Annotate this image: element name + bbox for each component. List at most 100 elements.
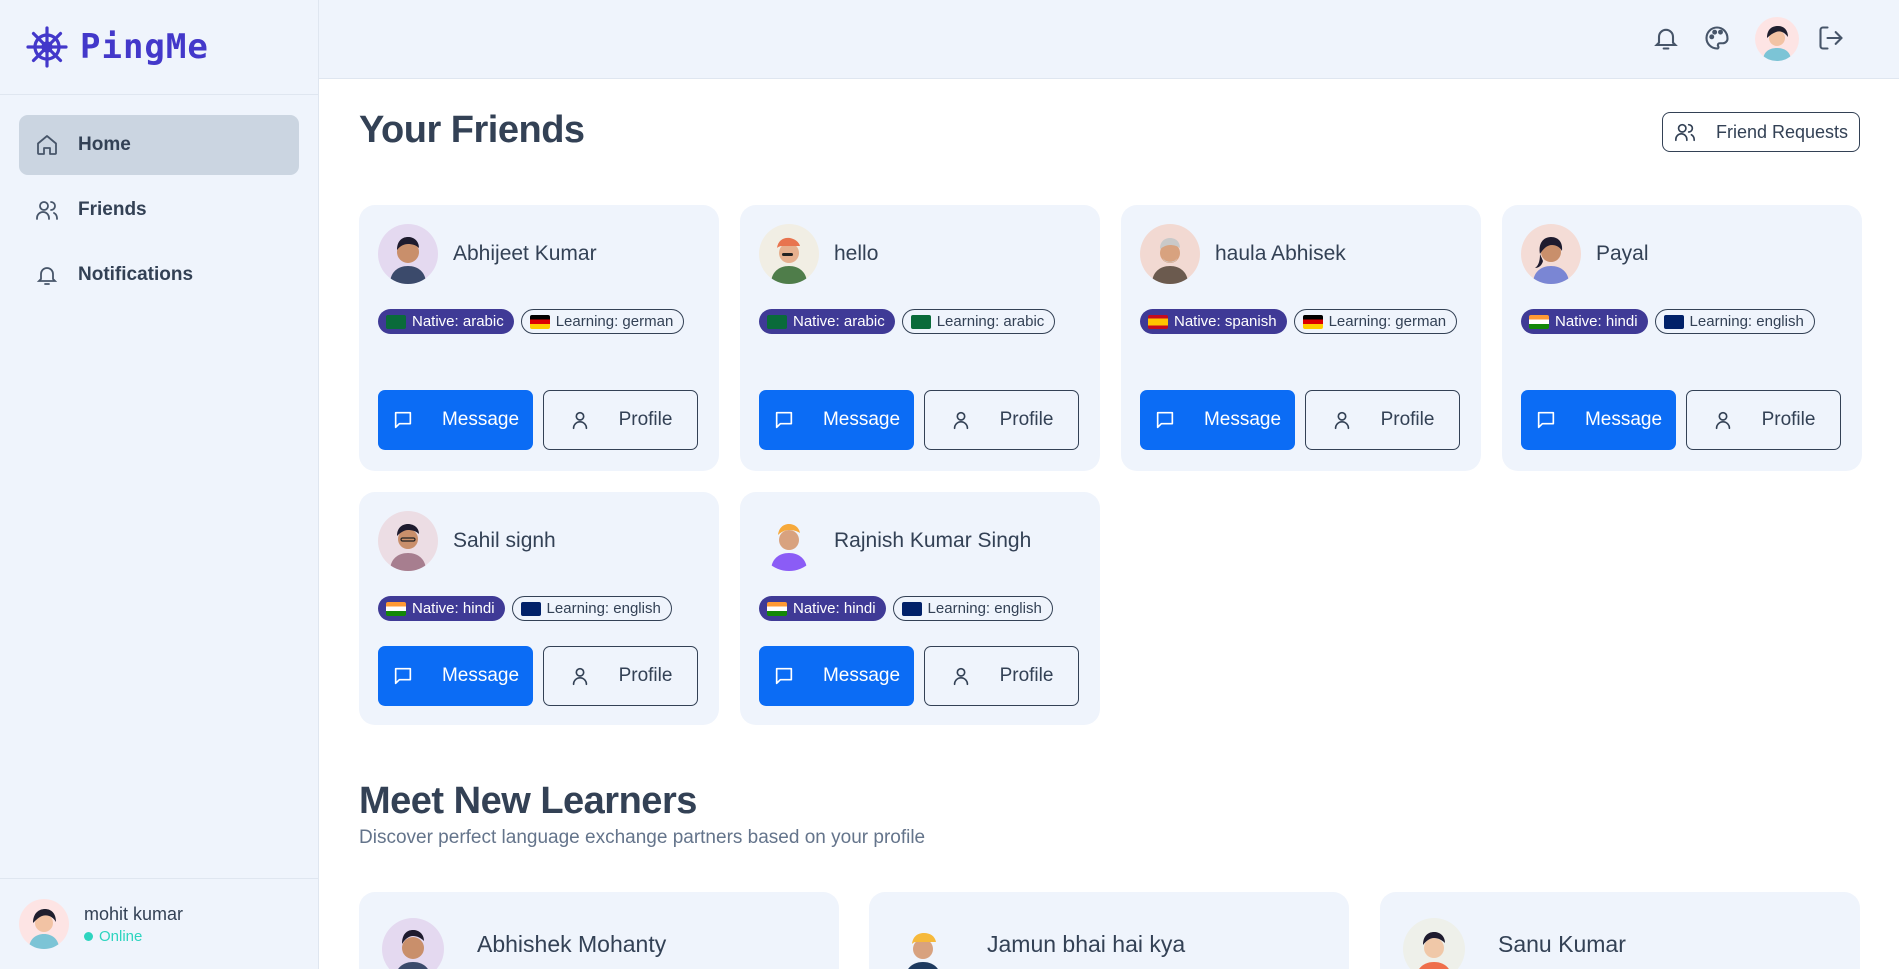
avatar	[892, 918, 954, 969]
message-label: Message	[1203, 409, 1282, 430]
avatar	[378, 511, 438, 571]
learning-language-badge: Learning: english	[511, 596, 672, 621]
profile-label: Profile	[618, 409, 673, 430]
sidebar: PingMe Home Friends Notifications mohit …	[0, 0, 319, 969]
learner-name: Sanu Kumar	[1498, 931, 1626, 957]
profile-button[interactable]: Profile	[543, 390, 698, 450]
users-icon	[36, 201, 58, 220]
native-language-text: Native: arabic	[412, 313, 504, 330]
native-language-text: Native: hindi	[412, 600, 495, 617]
message-button[interactable]: Message	[378, 390, 533, 450]
german-flag-icon	[529, 314, 550, 329]
learning-language-text: Learning: english	[1689, 313, 1804, 330]
sidebar-nav: Home Friends Notifications	[0, 95, 318, 330]
sidebar-item-label: Home	[78, 134, 131, 155]
learning-language-text: Learning: german	[1328, 313, 1447, 330]
friend-requests-label: Friend Requests	[1715, 121, 1849, 142]
section-subtitle: Discover perfect language exchange partn…	[359, 827, 926, 848]
uk-flag-icon	[520, 601, 541, 616]
india-flag-icon	[1529, 314, 1549, 329]
friend-card: Rajnish Kumar Singh Native: hindi Learni…	[740, 492, 1100, 725]
sidebar-item-label: Notifications	[78, 264, 194, 285]
message-button[interactable]: Message	[1521, 390, 1676, 450]
friend-name: Rajnish Kumar Singh	[834, 529, 1032, 552]
profile-label: Profile	[999, 665, 1054, 686]
user-icon	[953, 667, 968, 686]
message-button[interactable]: Message	[378, 646, 533, 706]
friend-card: Abhijeet Kumar Native: arabic Learning: …	[359, 205, 719, 471]
bell-icon[interactable]	[1650, 22, 1682, 54]
learner-name: Abhishek Mohanty	[477, 931, 667, 957]
sidebar-item-home[interactable]: Home	[19, 115, 299, 175]
native-language-badge: Native: arabic	[378, 309, 514, 334]
profile-button[interactable]: Profile	[924, 646, 1079, 706]
palette-icon[interactable]	[1701, 22, 1733, 54]
avatar	[759, 511, 819, 571]
message-button[interactable]: Message	[1140, 390, 1295, 450]
brand[interactable]: PingMe	[0, 0, 318, 95]
sidebar-item-friends[interactable]: Friends	[19, 180, 299, 240]
chat-icon	[394, 667, 412, 685]
chat-icon	[775, 411, 793, 429]
sidebar-item-notifications[interactable]: Notifications	[19, 245, 299, 305]
native-language-badge: Native: hindi	[1521, 309, 1648, 334]
friend-name: Sahil signh	[453, 529, 556, 552]
avatar	[378, 224, 438, 284]
native-language-badge: Native: spanish	[1140, 309, 1287, 334]
friend-card: hello Native: arabic Learning: arabic Me…	[740, 205, 1100, 471]
native-language-badge: Native: hindi	[378, 596, 505, 621]
learning-language-badge: Learning: arabic	[901, 309, 1056, 334]
message-label: Message	[822, 409, 901, 430]
learning-language-badge: Learning: english	[1654, 309, 1815, 334]
native-language-badge: Native: hindi	[759, 596, 886, 621]
learner-card: Abhishek Mohanty	[359, 892, 839, 969]
learner-card: Sanu Kumar	[1380, 892, 1860, 969]
saudi-flag-icon	[910, 314, 931, 329]
message-label: Message	[441, 409, 520, 430]
profile-button[interactable]: Profile	[543, 646, 698, 706]
user-icon	[572, 411, 587, 430]
avatar[interactable]	[1755, 17, 1799, 61]
native-language-text: Native: arabic	[793, 313, 885, 330]
chat-icon	[775, 667, 793, 685]
message-button[interactable]: Message	[759, 390, 914, 450]
friend-requests-button[interactable]: Friend Requests	[1662, 112, 1860, 152]
learning-language-text: Learning: english	[546, 600, 661, 617]
topbar	[319, 0, 1899, 79]
main-content: Your Friends Friend Requests Abhijeet Ku…	[319, 79, 1899, 969]
avatar	[1403, 918, 1465, 969]
learning-language-badge: Learning: german	[520, 309, 685, 334]
profile-button[interactable]: Profile	[1686, 390, 1841, 450]
profile-label: Profile	[618, 665, 673, 686]
message-label: Message	[1584, 409, 1663, 430]
profile-label: Profile	[1380, 409, 1435, 430]
profile-button[interactable]: Profile	[924, 390, 1079, 450]
user-icon	[953, 411, 968, 430]
brand-name: PingMe	[80, 27, 209, 67]
friend-name: haula Abhisek	[1215, 242, 1346, 265]
uk-flag-icon	[1663, 314, 1684, 329]
online-status: Online	[84, 928, 183, 945]
avatar	[1521, 224, 1581, 284]
india-flag-icon	[767, 601, 787, 616]
message-button[interactable]: Message	[759, 646, 914, 706]
section-title: Meet New Learners	[359, 780, 697, 822]
logout-icon[interactable]	[1815, 22, 1847, 54]
bell-icon	[36, 267, 58, 285]
current-user[interactable]: mohit kumar Online	[0, 878, 318, 969]
users-icon	[1674, 123, 1695, 142]
india-flag-icon	[386, 601, 406, 616]
learning-language-badge: Learning: german	[1293, 309, 1458, 334]
profile-button[interactable]: Profile	[1305, 390, 1460, 450]
chat-icon	[1156, 411, 1174, 429]
native-language-text: Native: spanish	[1174, 313, 1277, 330]
chat-icon	[1537, 411, 1555, 429]
german-flag-icon	[1302, 314, 1323, 329]
learning-language-text: Learning: german	[555, 313, 674, 330]
learner-card: Jamun bhai hai kya	[869, 892, 1349, 969]
message-label: Message	[822, 665, 901, 686]
uk-flag-icon	[901, 601, 922, 616]
avatar	[19, 899, 69, 949]
avatar	[759, 224, 819, 284]
friend-card: haula Abhisek Native: spanish Learning: …	[1121, 205, 1481, 471]
